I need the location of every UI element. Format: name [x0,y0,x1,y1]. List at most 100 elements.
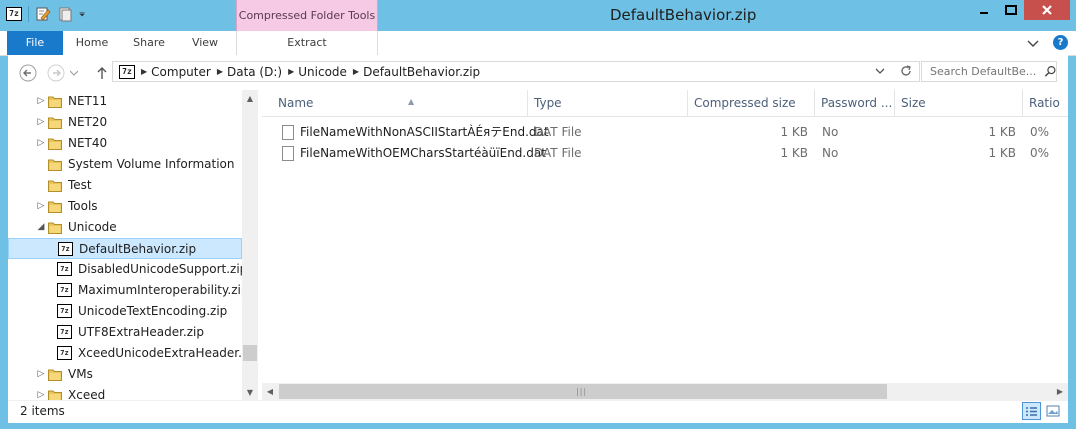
address-history-chevron-icon[interactable] [875,67,885,75]
tree-item[interactable]: Test [8,175,242,196]
tree-item[interactable]: 7z UTF8ExtraHeader.zip [8,322,242,343]
tab-home[interactable]: Home [68,31,116,55]
tree-item[interactable]: ▷ NET40 [8,133,242,154]
close-button[interactable] [1024,0,1070,20]
tree-item[interactable]: 7z DisabledUnicodeSupport.zip [8,259,247,280]
zip-archive-icon: 7z [57,304,72,318]
back-button[interactable] [18,63,38,83]
column-header-size[interactable]: Size [895,90,1023,116]
tree-item[interactable]: ▷ VMs [8,364,242,385]
tab-extract[interactable]: Extract [236,31,378,55]
refresh-icon[interactable] [899,64,913,78]
column-header-compressed-size[interactable]: Compressed size [688,90,815,116]
address-bar-controls [875,64,913,78]
expand-arrow-icon[interactable]: ▷ [36,201,46,211]
tree-item[interactable]: System Volume Information [8,154,242,175]
recent-locations-button[interactable] [68,63,80,83]
scroll-down-icon[interactable]: ▼ [242,384,258,400]
file-row[interactable]: FileNameWithOEMCharsStartéàüïEnd.dat DAT… [262,143,1068,164]
column-header-name[interactable]: Name ▲ [272,90,528,116]
folder-icon [48,201,62,213]
tree-item-label: Test [68,178,92,192]
maximize-button[interactable] [997,0,1024,20]
tree-item[interactable]: 7z MaximumInteroperability.zip [8,280,248,301]
tree-item-label: Unicode [68,220,117,234]
chevron-down-icon[interactable] [79,6,89,22]
breadcrumb-unicode[interactable]: Unicode [298,65,347,79]
forward-arrow-icon [47,64,65,82]
tree-item[interactable]: ▷ Xceed [8,385,242,400]
scroll-thumb[interactable] [243,345,257,361]
crumb-separator-icon[interactable]: ▶ [288,67,294,76]
column-header-name-label: Name [278,96,314,110]
expand-arrow-icon[interactable]: ▷ [36,117,46,127]
breadcrumb-current[interactable]: DefaultBehavior.zip [363,65,480,79]
tab-share[interactable]: Share [124,31,174,55]
tree-item[interactable]: ◢ Unicode [8,217,242,238]
up-button[interactable] [92,63,112,83]
expand-arrow-icon[interactable]: ▷ [36,390,46,400]
expand-arrow-icon[interactable]: ▷ [36,369,46,379]
tree-item-label: UnicodeTextEncoding.zip [78,304,228,318]
column-header-ratio[interactable]: Ratio [1023,90,1068,116]
expand-arrow-icon[interactable]: ▷ [36,138,46,148]
tree-item-label: XceedUnicodeExtraHeader.zip [78,346,257,360]
horizontal-scrollbar[interactable]: ◀ ||| ▶ [262,383,1068,400]
file-size: 1 KB [988,125,1016,139]
scroll-right-icon[interactable]: ▶ [1052,383,1068,399]
breadcrumb-data-drive[interactable]: Data (D:) [227,65,282,79]
search-icon[interactable] [1044,65,1056,78]
collapse-arrow-icon[interactable]: ◢ [36,222,46,232]
crumb-separator-icon[interactable]: ▶ [141,67,147,76]
scroll-up-icon[interactable]: ▲ [242,90,258,106]
minimize-button[interactable] [970,0,997,20]
content-area: ▷ NET11 ▷ NET20 ▷ NET40 System Volume Informat… [8,90,1068,400]
file-row[interactable]: FileNameWithNonASCIIStartÀÉяテEnd.dat DAT… [262,122,1068,143]
tree-item-label: NET40 [68,136,108,150]
tree-item-label: NET11 [68,94,108,108]
tree-item[interactable]: 7z XceedUnicodeExtraHeader.zip [8,343,257,364]
properties-icon[interactable] [35,6,51,22]
tree-item-label: UTF8ExtraHeader.zip [78,325,204,339]
file-ratio: 0% [1030,125,1050,139]
help-icon[interactable]: ? [1053,35,1068,50]
context-group-title: Compressed Folder Tools [238,9,376,22]
zip-archive-icon: 7z [57,325,72,339]
expand-arrow-icon[interactable]: ▷ [36,96,46,106]
column-header-type[interactable]: Type [528,90,688,116]
address-bar[interactable]: 7z ▶ Computer ▶ Data (D:) ▶ Unicode ▶ De… [112,61,920,82]
navigation-pane: ▷ NET11 ▷ NET20 ▷ NET40 System Volume Informat… [8,90,257,400]
app-7zip-icon[interactable]: 7z [6,7,22,21]
folder-icon [48,117,62,129]
folder-icon [48,180,62,192]
new-folder-icon[interactable] [57,6,73,22]
view-buttons [1022,402,1062,420]
tree-item[interactable]: 7z DefaultBehavior.zip [8,238,242,259]
expand-ribbon-icon[interactable] [1027,38,1039,48]
column-header-password[interactable]: Password ... [815,90,895,116]
zip-archive-icon: 7z [58,242,73,256]
scroll-left-icon[interactable]: ◀ [262,383,278,399]
tree-item[interactable]: ▷ NET11 [8,91,242,112]
search-box[interactable] [921,61,1057,82]
tree-item[interactable]: ▷ NET20 [8,112,242,133]
tab-file[interactable]: File [7,31,63,55]
crumb-separator-icon[interactable]: ▶ [217,67,223,76]
breadcrumb-computer[interactable]: Computer [151,65,211,79]
navigation-scrollbar[interactable]: ▲ ▼ [242,90,258,400]
tree-item[interactable]: 7z UnicodeTextEncoding.zip [8,301,242,322]
column-headers: Name ▲ Type Compressed size Password ...… [262,90,1068,117]
quick-access-toolbar: 7z [6,6,89,22]
title-bar: 7z DefaultBehavior.zip [0,0,1076,31]
large-icons-view-button[interactable] [1043,402,1062,420]
forward-button[interactable] [46,63,66,83]
crumb-separator-icon[interactable]: ▶ [353,67,359,76]
dat-file-icon [282,125,294,140]
details-view-button[interactable] [1022,402,1041,420]
file-type: DAT File [534,125,582,139]
tree-item[interactable]: ▷ Tools [8,196,242,217]
search-input[interactable] [928,64,1044,79]
tree-item-label: System Volume Information [68,157,235,171]
tree-item-label: DefaultBehavior.zip [79,242,197,256]
tab-view[interactable]: View [182,31,228,55]
